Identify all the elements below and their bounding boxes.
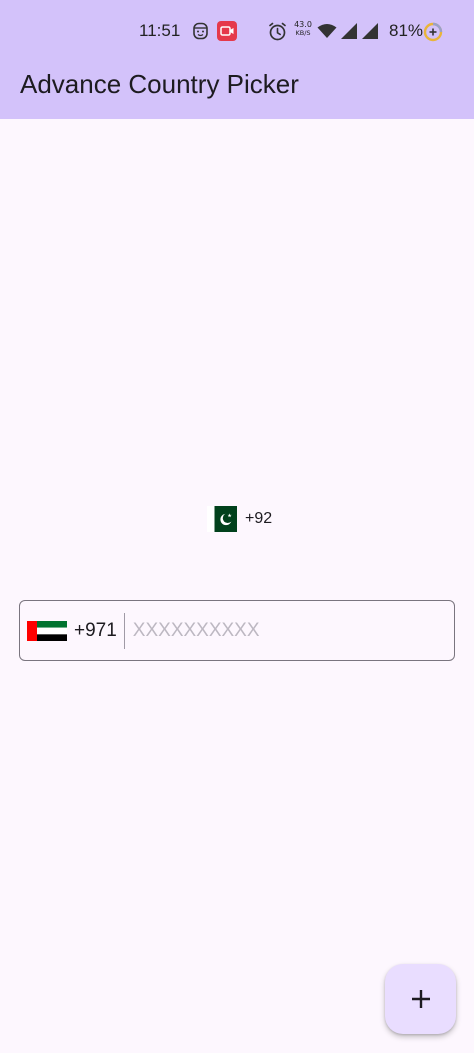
face-icon	[193, 22, 208, 40]
battery-saver-icon	[423, 22, 443, 42]
plus-icon	[411, 990, 430, 1008]
phone-number-input[interactable]	[124, 601, 454, 660]
country-dial-code: +92	[245, 510, 273, 527]
page-title: Advance Country Picker	[20, 69, 299, 99]
battery-percent: 81%	[389, 21, 424, 40]
net-speed: 43.0 KB/S	[291, 20, 315, 38]
pakistan-flag-icon	[207, 506, 237, 532]
status-bar: 11:51 43.0 KB/S 81%	[0, 0, 474, 64]
uae-flag-icon	[27, 620, 67, 641]
add-button[interactable]	[385, 964, 456, 1034]
wifi-icon	[317, 24, 337, 38]
phone-dial-code: +971	[74, 619, 117, 641]
alarm-icon	[269, 22, 286, 41]
net-speed-unit: KB/S	[295, 29, 311, 37]
net-speed-value: 43.0	[294, 20, 312, 29]
country-picker-button[interactable]: +92	[207, 505, 272, 533]
status-time: 11:51	[139, 21, 181, 40]
screen-record-icon	[217, 21, 237, 41]
signal-icon	[362, 23, 378, 39]
phone-number-field: +971	[19, 600, 455, 661]
phone-country-selector[interactable]: +971	[20, 601, 117, 660]
signal-icon	[341, 23, 357, 39]
app-bar: Advance Country Picker	[0, 64, 474, 119]
